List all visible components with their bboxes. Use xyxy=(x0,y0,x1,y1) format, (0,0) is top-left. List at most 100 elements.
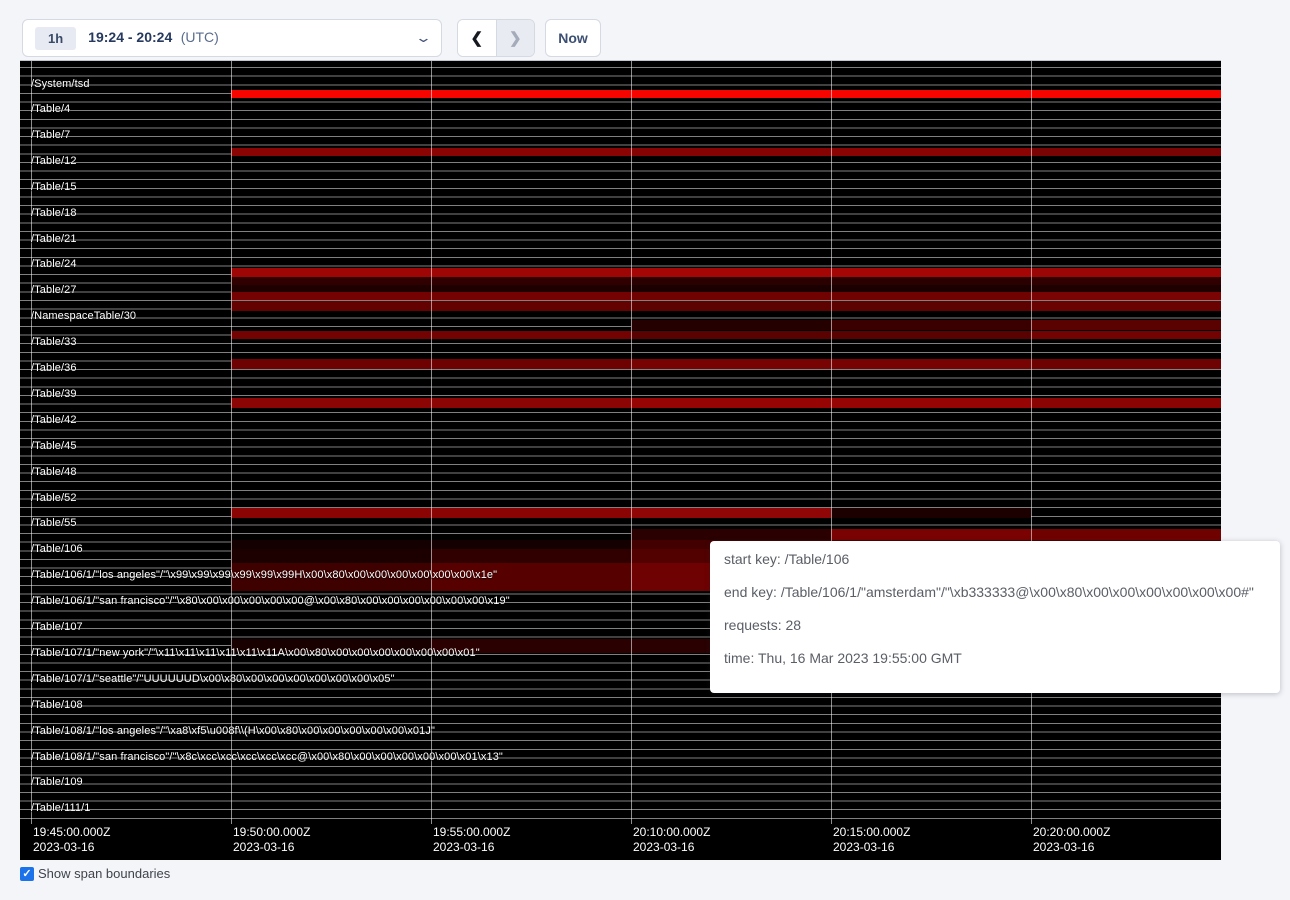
heat-span[interactable] xyxy=(631,398,831,408)
heat-span[interactable] xyxy=(231,301,431,311)
heat-span[interactable] xyxy=(631,90,831,98)
prev-time-button[interactable]: ❮ xyxy=(458,20,497,56)
heat-span[interactable] xyxy=(1031,268,1221,277)
row-label: /Table/33 xyxy=(31,336,77,348)
next-time-button[interactable]: ❯ xyxy=(497,20,535,56)
range-text-wrap: 19:24 - 20:24 (UTC) xyxy=(88,29,219,47)
row-label: /Table/106 xyxy=(31,543,83,555)
show-span-boundaries-checkbox[interactable]: ✓ xyxy=(20,867,34,881)
heat-span[interactable] xyxy=(231,508,431,518)
row-label: /Table/108 xyxy=(31,699,83,711)
heat-span[interactable] xyxy=(431,398,631,408)
heat-span[interactable] xyxy=(631,285,831,292)
heat-span[interactable] xyxy=(431,268,631,277)
tooltip-line: time: Thu, 16 Mar 2023 19:55:00 GMT xyxy=(724,648,1266,668)
row-label: /Table/55 xyxy=(31,517,77,529)
heat-span[interactable] xyxy=(831,277,1031,285)
row-label: /Table/108/1/"los angeles"/"\xa8\xf5\u00… xyxy=(31,725,435,737)
heat-span[interactable] xyxy=(631,331,831,339)
heat-span[interactable] xyxy=(831,320,1031,330)
heat-span[interactable] xyxy=(431,292,631,300)
row-label: /Table/111/1 xyxy=(31,802,91,814)
heat-span[interactable] xyxy=(631,320,831,330)
heat-span[interactable] xyxy=(831,268,1031,277)
row-label: /Table/12 xyxy=(31,155,77,167)
heat-span[interactable] xyxy=(1031,398,1221,408)
range-preset-badge: 1h xyxy=(35,27,76,50)
heat-span[interactable] xyxy=(1031,277,1221,285)
heat-span[interactable] xyxy=(431,549,631,563)
heat-span[interactable] xyxy=(1031,359,1221,369)
row-label: /Table/107/1/"seattle"/"UUUUUUD\x00\x80\… xyxy=(31,673,395,685)
heat-span[interactable] xyxy=(431,90,631,98)
heat-span[interactable] xyxy=(631,292,831,300)
axis-tick-date: 2023-03-16 xyxy=(633,840,710,855)
heat-span[interactable] xyxy=(1031,301,1221,311)
time-gridline xyxy=(1031,61,1032,824)
heat-span[interactable] xyxy=(231,285,431,292)
row-label: /Table/39 xyxy=(31,388,77,400)
range-timezone: (UTC) xyxy=(181,29,219,45)
heat-span[interactable] xyxy=(1031,529,1221,540)
heat-span[interactable] xyxy=(1031,331,1221,339)
heat-span[interactable] xyxy=(831,331,1031,339)
heat-span[interactable] xyxy=(631,529,831,540)
heat-span[interactable] xyxy=(431,540,631,549)
heat-span[interactable] xyxy=(231,90,431,98)
axis-tick-date: 2023-03-16 xyxy=(433,840,510,855)
heat-span[interactable] xyxy=(631,277,831,285)
heat-span[interactable] xyxy=(631,268,831,277)
heat-span[interactable] xyxy=(231,359,431,369)
heat-span[interactable] xyxy=(231,398,431,408)
tooltip-line: requests: 28 xyxy=(724,615,1266,635)
key-visualizer-canvas[interactable]: /System/tsd/Table/4/Table/7/Table/12/Tab… xyxy=(20,60,1221,860)
footer-controls: ✓ Show span boundaries xyxy=(20,866,170,881)
heat-span[interactable] xyxy=(1031,148,1221,156)
heat-span[interactable] xyxy=(431,277,631,285)
heat-span[interactable] xyxy=(1031,292,1221,300)
heat-span[interactable] xyxy=(431,301,631,311)
heat-span[interactable] xyxy=(431,331,631,339)
show-span-boundaries-label: Show span boundaries xyxy=(38,866,170,881)
now-button[interactable]: Now xyxy=(545,19,601,57)
heat-span[interactable] xyxy=(631,508,831,518)
heat-span[interactable] xyxy=(831,398,1031,408)
row-label: /NamespaceTable/30 xyxy=(31,310,136,322)
axis-tick-date: 2023-03-16 xyxy=(33,840,110,855)
heat-span[interactable] xyxy=(831,285,1031,292)
time-gridline xyxy=(231,61,232,824)
heat-span[interactable] xyxy=(1031,320,1221,330)
time-range-select[interactable]: 1h 19:24 - 20:24 (UTC) ⌄ xyxy=(22,19,442,57)
axis-tick-time: 19:55:00.000Z xyxy=(433,825,510,840)
heat-span[interactable] xyxy=(831,301,1031,311)
axis-tick: 20:15:00.000Z2023-03-16 xyxy=(833,825,910,855)
heat-span[interactable] xyxy=(231,549,431,563)
heat-span[interactable] xyxy=(231,268,431,277)
heat-span[interactable] xyxy=(431,148,631,156)
heat-span[interactable] xyxy=(1031,285,1221,292)
heat-span[interactable] xyxy=(231,292,431,300)
row-label: /Table/45 xyxy=(31,440,77,452)
heat-span[interactable] xyxy=(431,508,631,518)
heat-span[interactable] xyxy=(831,508,1031,518)
heat-span[interactable] xyxy=(231,331,431,339)
heat-span[interactable] xyxy=(631,359,831,369)
heat-span[interactable] xyxy=(831,292,1031,300)
row-label: /Table/42 xyxy=(31,414,77,426)
heat-span[interactable] xyxy=(231,277,431,285)
heat-span[interactable] xyxy=(431,285,631,292)
heat-span[interactable] xyxy=(831,359,1031,369)
heat-span[interactable] xyxy=(431,359,631,369)
row-label: /Table/27 xyxy=(31,284,77,296)
heat-span[interactable] xyxy=(831,90,1031,98)
heat-span[interactable] xyxy=(631,148,831,156)
axis-tick: 19:50:00.000Z2023-03-16 xyxy=(233,825,310,855)
axis-tick-date: 2023-03-16 xyxy=(833,840,910,855)
heat-span[interactable] xyxy=(231,540,431,549)
heat-span[interactable] xyxy=(631,301,831,311)
heat-span[interactable] xyxy=(831,529,1031,540)
row-label: /Table/18 xyxy=(31,207,77,219)
heat-span[interactable] xyxy=(231,148,431,156)
heat-span[interactable] xyxy=(831,148,1031,156)
heat-span[interactable] xyxy=(1031,90,1221,98)
